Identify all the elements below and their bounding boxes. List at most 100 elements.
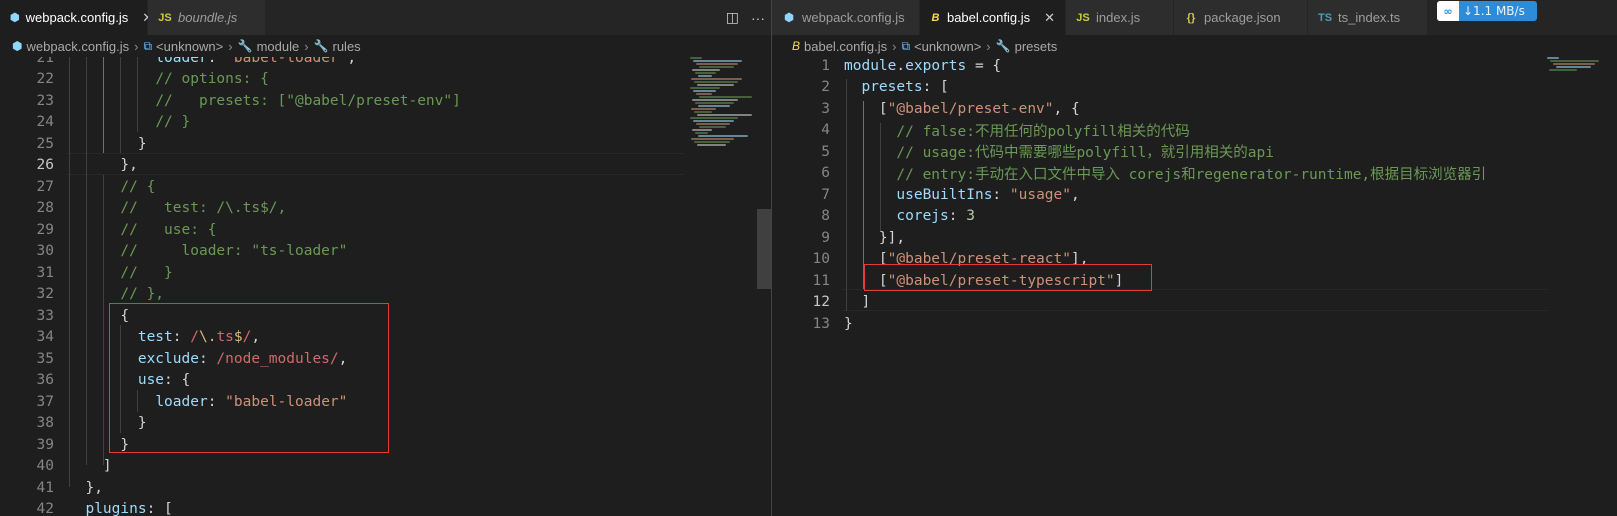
line-code: }	[54, 415, 147, 431]
code-line[interactable]: 37 loader: "babel-loader"	[0, 391, 771, 413]
breadcrumb-item[interactable]: presets	[1015, 39, 1058, 54]
code-line[interactable]: 35 exclude: /node_modules/,	[0, 348, 771, 370]
code-line[interactable]: 32 // },	[0, 284, 771, 306]
code-line[interactable]: 25 }	[0, 133, 771, 155]
code-token: .	[896, 57, 906, 74]
code-line[interactable]: 3 ["@babel/preset-env", {	[776, 98, 1617, 120]
code-token: : [	[922, 79, 949, 96]
code-line[interactable]: 26 },	[0, 155, 771, 177]
line-number: 27	[36, 178, 54, 195]
code-line[interactable]: 30 // loader: "ts-loader"	[0, 241, 771, 263]
code-line[interactable]: 12 ]	[776, 292, 1617, 314]
code-token: ,	[1071, 186, 1080, 203]
code-token: corejs	[896, 208, 949, 225]
code-token: // false:不用任何的polyfill相关的代码	[896, 123, 1190, 140]
code-line[interactable]: 27 // {	[0, 176, 771, 198]
code-line[interactable]: 7 useBuiltIns: "usage",	[776, 184, 1617, 206]
line-number: 42	[36, 501, 54, 516]
code-line[interactable]: 8 corejs: 3	[776, 206, 1617, 228]
minimap[interactable]	[690, 57, 760, 516]
minimap[interactable]	[1547, 57, 1617, 516]
breadcrumb-item[interactable]: webpack.config.js	[26, 39, 129, 54]
minimap-line	[698, 75, 712, 77]
breadcrumb-item[interactable]: <unknown>	[914, 39, 981, 54]
code-line[interactable]: 1 module.exports = {	[776, 57, 1617, 77]
symbol-icon: ⧉	[901, 38, 911, 53]
code-line[interactable]: 38 }	[0, 413, 771, 435]
wrench-icon: 🔧	[313, 39, 329, 53]
code-line[interactable]: 34 test: /\.ts$/,	[0, 327, 771, 349]
code-line[interactable]: 10 ["@babel/preset-react"],	[776, 249, 1617, 271]
line-number: 36	[36, 372, 54, 389]
code-line[interactable]: 4 // false:不用任何的polyfill相关的代码	[776, 120, 1617, 142]
tab-ts-index[interactable]: TS ts_index.ts	[1308, 0, 1428, 35]
code-line[interactable]: 6 // entry:手动在入口文件中导入 corejs和regenerator…	[776, 163, 1617, 185]
code-line[interactable]: 13}	[776, 313, 1617, 335]
more-actions-icon[interactable]: ···	[751, 10, 765, 26]
vertical-scrollbar[interactable]	[757, 57, 771, 516]
tab-label: ts_index.ts	[1338, 10, 1401, 25]
code-line[interactable]: 41 },	[0, 477, 771, 499]
line-code: ]	[830, 294, 870, 310]
code-line[interactable]: 28 // test: /\.ts$/,	[0, 198, 771, 220]
code-token: [	[878, 251, 888, 268]
code-token: "@babel/preset-env"	[887, 100, 1054, 117]
minimap-line	[697, 144, 726, 146]
code-line[interactable]: 24 // }	[0, 112, 771, 134]
tab-package-json[interactable]: {} package.json	[1174, 0, 1308, 35]
line-code: ["@babel/preset-env", {	[830, 101, 1080, 117]
code-line[interactable]: 40 ]	[0, 456, 771, 478]
tab-webpack-config[interactable]: ⬢ webpack.config.js	[772, 0, 920, 35]
breadcrumb: B babel.config.js › ⧉ <unknown> › 🔧 pres…	[772, 35, 1617, 57]
code-token: // },	[120, 286, 165, 303]
line-code: },	[54, 157, 137, 173]
code-token: // entry:手动在入口文件中导入 corejs和regenerator-r…	[896, 166, 1487, 183]
code-token: presets	[861, 79, 923, 96]
code-line[interactable]: 22 // options: {	[0, 69, 771, 91]
code-line[interactable]: 31 // }	[0, 262, 771, 284]
breadcrumb-item[interactable]: rules	[333, 39, 361, 54]
line-code: // use: {	[54, 222, 216, 238]
right-code-editor[interactable]: 1 module.exports = {2 presets: [3 ["@babe…	[772, 57, 1617, 516]
split-editor-icon[interactable]: ◫	[726, 9, 739, 26]
code-line[interactable]: 33 {	[0, 305, 771, 327]
left-editor-group: ⬢ webpack.config.js ✕ JS boundle.js ◫ ··…	[0, 0, 771, 516]
scroll-thumb[interactable]	[757, 209, 771, 289]
network-speed-badge[interactable]: ∞ ↓1.1 MB/s	[1437, 1, 1537, 21]
code-line[interactable]: 42 plugins: [	[0, 499, 771, 516]
code-line[interactable]: 39 }	[0, 434, 771, 456]
tab-webpack-config[interactable]: ⬢ webpack.config.js ✕	[0, 0, 153, 35]
tab-boundle[interactable]: JS boundle.js	[148, 0, 266, 35]
code-token: // presets: ["@babel/preset-env"]	[155, 92, 461, 109]
code-token: ],	[1070, 251, 1089, 268]
breadcrumb-item[interactable]: babel.config.js	[804, 39, 887, 54]
code-line[interactable]: 5 // usage:代码中需要哪些polyfill，就引用相关的api	[776, 141, 1617, 163]
code-line[interactable]: 11 ["@babel/preset-typescript"]	[776, 270, 1617, 292]
line-code: use: {	[54, 372, 190, 388]
code-token: [	[878, 272, 888, 289]
left-code-editor[interactable]: 21 loader: "babel-loader", 22 // options:…	[0, 57, 771, 516]
minimap-line	[693, 90, 716, 92]
tab-index-js[interactable]: JS index.js	[1066, 0, 1174, 35]
code-token: $	[233, 329, 243, 346]
breadcrumb-item[interactable]: module	[257, 39, 300, 54]
tab-babel-config[interactable]: B babel.config.js ✕	[920, 0, 1066, 35]
code-token: exclude	[137, 350, 199, 367]
code-line[interactable]: 9 }],	[776, 227, 1617, 249]
code-line[interactable]: 36 use: {	[0, 370, 771, 392]
code-line[interactable]: 2 presets: [	[776, 77, 1617, 99]
minimap-line	[699, 126, 726, 128]
code-line[interactable]: 29 // use: {	[0, 219, 771, 241]
line-code: test: /\.ts$/,	[54, 329, 260, 345]
close-icon[interactable]: ✕	[1044, 10, 1055, 26]
minimap-line	[695, 72, 716, 74]
minimap-line	[691, 108, 716, 110]
breadcrumb-item[interactable]: <unknown>	[156, 39, 223, 54]
chevron-right-icon: ›	[892, 38, 897, 54]
code-line[interactable]: 23 // presets: ["@babel/preset-env"]	[0, 90, 771, 112]
code-line[interactable]: 21 loader: "babel-loader",	[0, 57, 771, 69]
